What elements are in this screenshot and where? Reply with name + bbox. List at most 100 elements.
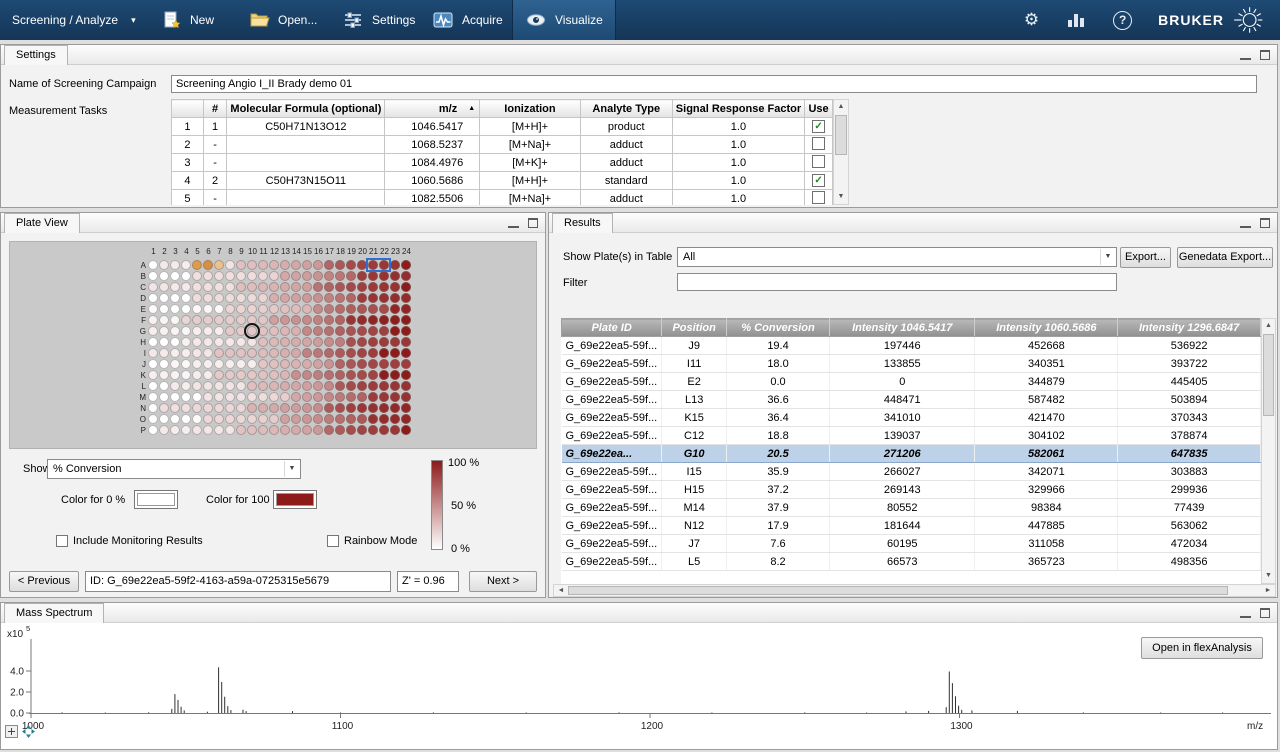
plate-well[interactable] xyxy=(313,326,323,336)
plate-well[interactable] xyxy=(324,304,334,314)
scroll-down-icon[interactable]: ▼ xyxy=(1262,569,1275,583)
plate-well[interactable] xyxy=(280,282,290,292)
plate-well[interactable] xyxy=(148,425,158,435)
previous-plate-button[interactable]: < Previous xyxy=(9,571,79,592)
plate-well[interactable] xyxy=(203,381,213,391)
plate-well[interactable] xyxy=(148,359,158,369)
plate-well[interactable] xyxy=(291,370,301,380)
plate-well[interactable] xyxy=(324,403,334,413)
plate-well[interactable] xyxy=(302,326,312,336)
plate-well[interactable] xyxy=(390,403,400,413)
plate-well[interactable] xyxy=(390,271,400,281)
plate-well[interactable] xyxy=(236,359,246,369)
plate-well[interactable] xyxy=(247,392,257,402)
plate-well[interactable] xyxy=(368,348,378,358)
plate-well[interactable] xyxy=(214,392,224,402)
plate-well[interactable] xyxy=(148,414,158,424)
help-icon[interactable]: ? xyxy=(1113,11,1132,30)
plate-well[interactable] xyxy=(313,293,323,303)
settings-button[interactable]: Settings xyxy=(330,0,427,40)
plate-well[interactable] xyxy=(225,282,235,292)
plate-well[interactable] xyxy=(181,414,191,424)
plate-well[interactable] xyxy=(324,370,334,380)
plate-well[interactable] xyxy=(170,326,180,336)
plate-well[interactable] xyxy=(181,359,191,369)
plate-well[interactable] xyxy=(291,414,301,424)
plate-well[interactable] xyxy=(170,260,180,270)
plate-well[interactable] xyxy=(258,304,268,314)
plate-well[interactable] xyxy=(379,293,389,303)
minimize-icon[interactable] xyxy=(1240,50,1251,60)
plate-well[interactable] xyxy=(335,392,345,402)
plate-well[interactable] xyxy=(302,392,312,402)
plate-well[interactable] xyxy=(390,425,400,435)
plate-well[interactable] xyxy=(357,326,367,336)
plate-well[interactable] xyxy=(379,370,389,380)
plate-well[interactable] xyxy=(192,282,202,292)
plate-well[interactable] xyxy=(346,282,356,292)
plate-well[interactable] xyxy=(225,304,235,314)
plate-well[interactable] xyxy=(401,414,411,424)
plate-well[interactable] xyxy=(203,425,213,435)
plate-well[interactable] xyxy=(379,326,389,336)
result-row[interactable]: G_69e22ea5-59f...I1535.92660273420713038… xyxy=(562,463,1261,481)
use-checkbox[interactable] xyxy=(812,155,825,168)
plate-well[interactable] xyxy=(368,337,378,347)
plate-well[interactable] xyxy=(170,392,180,402)
task-row[interactable]: 3-1084.4976[M+K]+adduct1.0 xyxy=(172,154,833,172)
use-checkbox[interactable]: ✓ xyxy=(812,120,825,133)
plate-well[interactable] xyxy=(181,282,191,292)
results-column-header[interactable]: Intensity 1296.6847 xyxy=(1118,319,1261,337)
plate-well[interactable] xyxy=(357,348,367,358)
plate-well[interactable] xyxy=(225,337,235,347)
plate-well[interactable] xyxy=(214,403,224,413)
visualize-button[interactable]: Visualize xyxy=(512,0,616,40)
plate-well[interactable] xyxy=(236,315,246,325)
plate-well[interactable] xyxy=(170,337,180,347)
plate-well[interactable] xyxy=(159,337,169,347)
plate-well[interactable] xyxy=(346,403,356,413)
plate-well[interactable] xyxy=(258,348,268,358)
plate-well[interactable] xyxy=(401,359,411,369)
plate-well[interactable] xyxy=(401,282,411,292)
plate-well[interactable] xyxy=(269,304,279,314)
plate-well[interactable] xyxy=(247,282,257,292)
plate-well[interactable] xyxy=(269,326,279,336)
plate-well[interactable] xyxy=(302,293,312,303)
tasks-column-header[interactable]: Ionization xyxy=(480,100,581,118)
plate-well[interactable] xyxy=(203,392,213,402)
plate-well[interactable] xyxy=(280,414,290,424)
plate-well[interactable] xyxy=(170,348,180,358)
plate-well[interactable] xyxy=(346,392,356,402)
plate-well[interactable] xyxy=(225,392,235,402)
open-flexanalysis-button[interactable]: Open in flexAnalysis xyxy=(1141,637,1263,659)
plate-well[interactable] xyxy=(346,348,356,358)
plate-well[interactable] xyxy=(192,403,202,413)
plate-well[interactable] xyxy=(236,304,246,314)
tab-plate-view[interactable]: Plate View xyxy=(4,213,80,233)
plate-well[interactable] xyxy=(148,381,158,391)
acquire-button[interactable]: Acquire xyxy=(420,0,515,40)
plate-well[interactable] xyxy=(214,337,224,347)
tasks-column-header[interactable]: Analyte Type xyxy=(580,100,672,118)
plate-well[interactable] xyxy=(346,293,356,303)
plate-well[interactable] xyxy=(357,392,367,402)
plate-well[interactable] xyxy=(247,271,257,281)
plate-well[interactable] xyxy=(379,381,389,391)
plate-well[interactable] xyxy=(258,271,268,281)
plate-well[interactable] xyxy=(401,403,411,413)
plate-well[interactable] xyxy=(335,315,345,325)
plate-well[interactable] xyxy=(302,381,312,391)
plate-well[interactable] xyxy=(346,370,356,380)
plate-well[interactable] xyxy=(401,293,411,303)
show-dropdown[interactable]: % Conversion ▼ xyxy=(47,459,301,479)
plate-well[interactable] xyxy=(324,326,334,336)
result-row[interactable]: G_69e22ea5-59f...I1118.01338553403513937… xyxy=(562,355,1261,373)
plate-well[interactable] xyxy=(203,359,213,369)
plate-well[interactable] xyxy=(280,271,290,281)
scroll-down-icon[interactable]: ▼ xyxy=(834,190,848,204)
plate-well[interactable] xyxy=(181,403,191,413)
plate-well[interactable] xyxy=(346,271,356,281)
results-column-header[interactable]: Plate ID xyxy=(562,319,662,337)
plate-well[interactable] xyxy=(368,304,378,314)
